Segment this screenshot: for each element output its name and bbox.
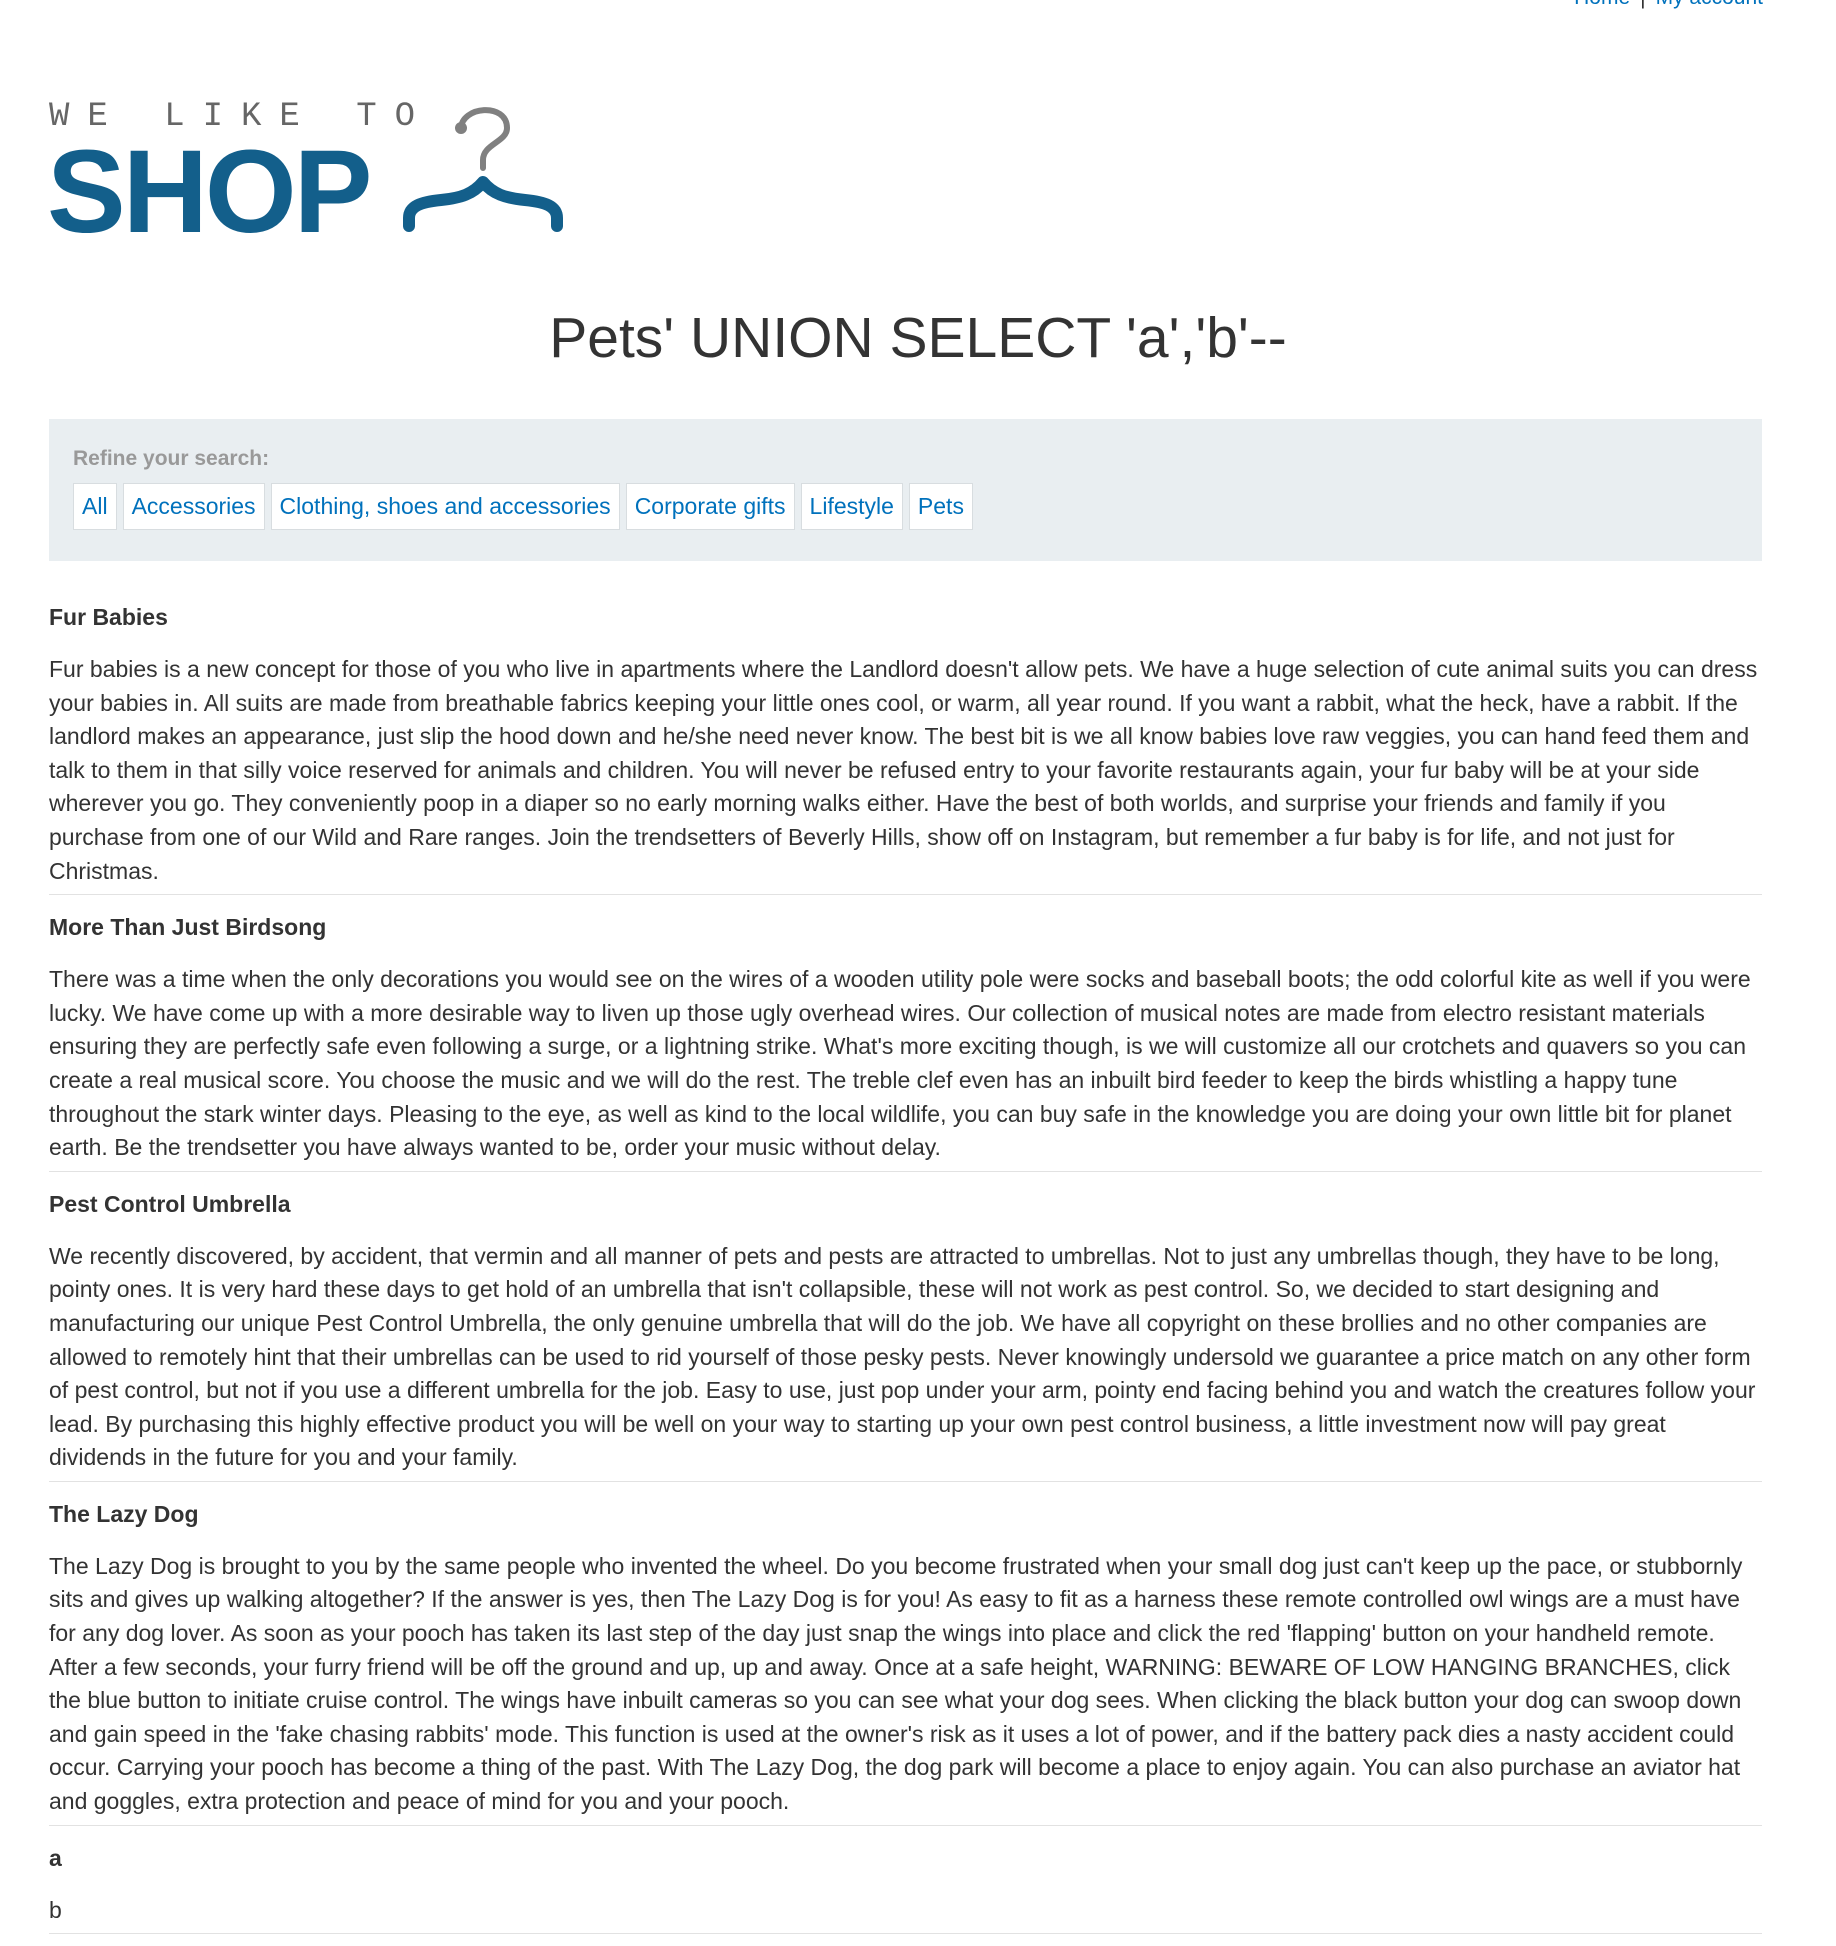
refine-search-label: Refine your search: <box>73 447 270 470</box>
result-body: We recently discovered, by accident, tha… <box>49 1242 1756 1471</box>
result-title: Fur Babies <box>49 604 168 630</box>
result-title: a <box>49 1844 62 1871</box>
result-item: Pest Control Umbrella We recently discov… <box>49 1184 1762 1482</box>
category-filter-list: All Accessories Clothing, shoes and acce… <box>73 483 1738 530</box>
nav-separator: | <box>1640 0 1645 10</box>
result-item: The Lazy Dog The Lazy Dog is brought to … <box>49 1494 1762 1826</box>
result-body: The Lazy Dog is brought to you by the sa… <box>49 1552 1743 1815</box>
result-item: a b <box>49 1838 1762 1935</box>
result-title: Pest Control Umbrella <box>49 1190 291 1217</box>
home-link[interactable]: Home <box>1574 0 1630 10</box>
site-logo[interactable]: WE LIKE TO SHOP <box>49 98 589 238</box>
filter-all[interactable]: All <box>73 483 117 530</box>
filter-clothing-shoes-accessories[interactable]: Clothing, shoes and accessories <box>270 483 620 530</box>
page: Home | My account WE LIKE TO SHOP Pets' … <box>0 0 1836 1935</box>
result-body: There was a time when the only decoratio… <box>49 966 1751 1161</box>
search-results: Fur Babies Fur babies is a new concept f… <box>49 597 1762 1946</box>
filter-pets[interactable]: Pets <box>908 483 973 530</box>
result-body: b <box>49 1896 62 1923</box>
refine-search-panel: Refine your search: All Accessories Clot… <box>49 419 1762 561</box>
page-title: Pets' UNION SELECT 'a','b'-- <box>549 306 1287 370</box>
top-nav: Home | My account <box>1574 0 1763 10</box>
result-body: Fur babies is a new concept for those of… <box>49 656 1758 884</box>
result-title: More Than Just Birdsong <box>49 914 327 941</box>
logo-wordmark: SHOP <box>49 126 369 238</box>
filter-accessories[interactable]: Accessories <box>122 483 265 530</box>
result-title: The Lazy Dog <box>49 1500 199 1527</box>
result-item: Fur Babies Fur babies is a new concept f… <box>49 597 1762 896</box>
filter-lifestyle[interactable]: Lifestyle <box>800 483 903 530</box>
my-account-link[interactable]: My account <box>1656 0 1763 10</box>
filter-corporate-gifts[interactable]: Corporate gifts <box>625 483 795 530</box>
result-item: More Than Just Birdsong There was a time… <box>49 907 1762 1172</box>
